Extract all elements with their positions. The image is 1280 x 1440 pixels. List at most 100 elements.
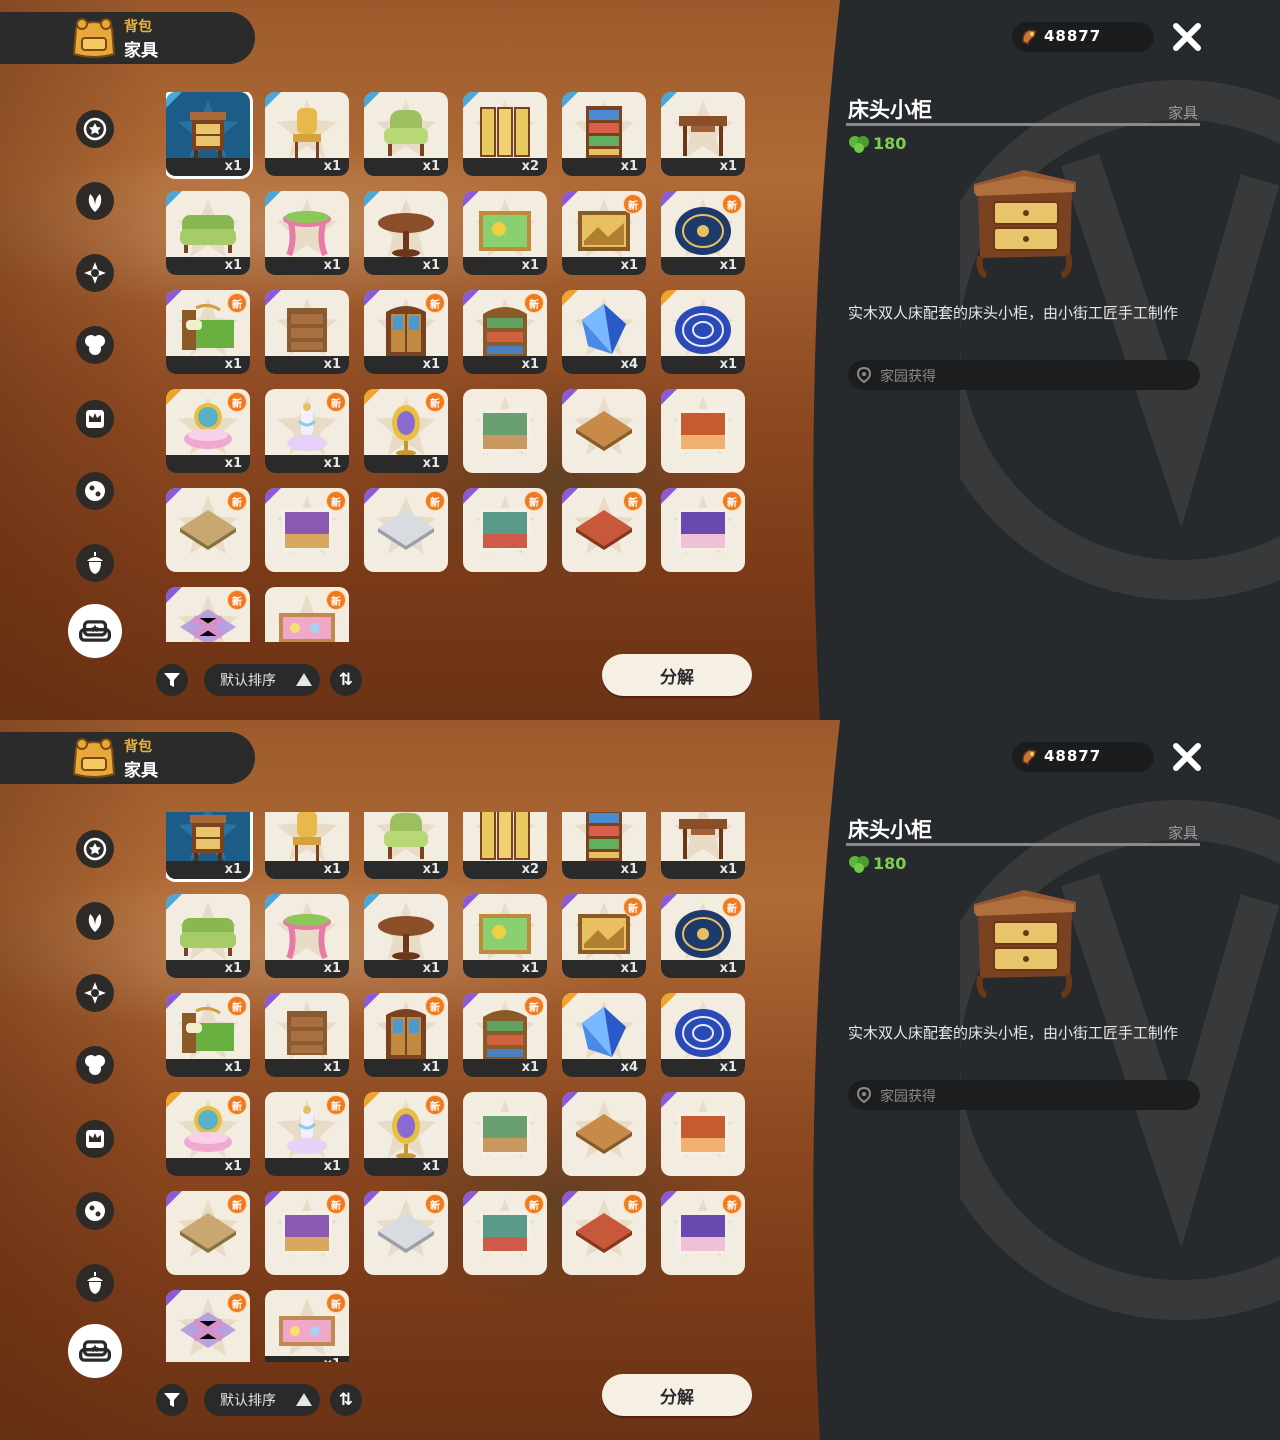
item-grid[interactable]: x1 x1 x1 x2 x1 x1 x1 x1 x1 x1 新 x1 新 x1 新 x1 x1 新 x1 新 x1 x4 x… <box>166 812 748 1362</box>
item-slot-green-armchair[interactable]: x1 <box>364 92 448 176</box>
item-slot-side-table[interactable]: x1 <box>661 812 745 879</box>
item-slot-green-bed[interactable]: 新 x1 <box>166 993 250 1077</box>
category-sparkle-star[interactable] <box>76 254 114 292</box>
item-slot-pink-stool[interactable]: x1 <box>265 191 349 275</box>
rarity-marker <box>364 894 380 910</box>
item-slot-folding-screen[interactable]: x2 <box>463 812 547 879</box>
category-sparkle-star[interactable] <box>76 974 114 1012</box>
item-slot-pink-poster[interactable]: 新x1 <box>265 587 349 642</box>
item-slot-bedside-cabinet[interactable]: x1 <box>166 812 253 882</box>
item-slot-landscape-painting[interactable]: x1 <box>463 894 547 978</box>
category-sofa[interactable] <box>68 604 122 658</box>
sofa-icon <box>78 1340 112 1362</box>
sort-dropdown[interactable]: 默认排序 <box>204 1384 320 1416</box>
category-clover[interactable] <box>76 326 114 364</box>
category-crown-card[interactable] <box>76 1120 114 1158</box>
item-slot-wood-dresser[interactable]: x1 <box>265 993 349 1077</box>
category-acorn[interactable] <box>76 1264 114 1302</box>
item-slot-room-theme-red[interactable] <box>661 1092 745 1176</box>
category-ball[interactable] <box>76 1192 114 1230</box>
wood-dresser-icon <box>287 308 327 352</box>
item-slot-standing-mirror[interactable]: 新 x1 <box>364 1092 448 1176</box>
item-slot-vanity-mirror[interactable]: 新 x1 <box>166 389 250 473</box>
item-slot-yellow-chair[interactable]: x1 <box>265 812 349 879</box>
category-leaf[interactable] <box>76 902 114 940</box>
item-slot-red-floor[interactable]: 新 <box>562 488 646 572</box>
item-slot-round-table[interactable]: x1 <box>364 894 448 978</box>
acorn-icon <box>87 1272 103 1294</box>
category-clover[interactable] <box>76 1046 114 1084</box>
item-slot-green-armchair[interactable]: x1 <box>364 812 448 879</box>
item-slot-standing-mirror[interactable]: 新 x1 <box>364 389 448 473</box>
item-slot-gold-painting[interactable]: 新 x1 <box>562 191 646 275</box>
item-slot-room-theme-purple[interactable]: 新 <box>265 1191 349 1275</box>
item-slot-room-theme-teal[interactable]: 新 <box>463 1191 547 1275</box>
item-slot-bookshelf[interactable]: x1 <box>562 812 646 879</box>
item-slot-blue-round-rug[interactable]: x1 <box>661 993 745 1077</box>
category-leaf[interactable] <box>76 182 114 220</box>
decompose-button[interactable]: 分解 <box>602 1374 752 1416</box>
item-slot-yellow-chair[interactable]: x1 <box>265 92 349 176</box>
item-slot-vanity-mirror[interactable]: 新 x1 <box>166 1092 250 1176</box>
item-slot-white-floor[interactable]: 新 <box>364 1191 448 1275</box>
item-slot-navy-rug[interactable]: 新 x1 <box>661 894 745 978</box>
filter-button[interactable] <box>156 1384 188 1416</box>
item-slot-wood-floor[interactable] <box>562 1092 646 1176</box>
sort-order-button[interactable]: ⇅ <box>330 664 362 696</box>
item-slot-carved-wardrobe[interactable]: 新 x1 <box>364 290 448 374</box>
sort-order-button[interactable]: ⇅ <box>330 1384 362 1416</box>
item-slot-blue-crystal[interactable]: x4 <box>562 290 646 374</box>
item-slot-room-theme-purple[interactable]: 新 <box>265 488 349 572</box>
category-acorn[interactable] <box>76 544 114 582</box>
filter-button[interactable] <box>156 664 188 696</box>
category-crown-card[interactable] <box>76 400 114 438</box>
item-slot-room-theme-teal[interactable]: 新 <box>463 488 547 572</box>
item-slot-round-table[interactable]: x1 <box>364 191 448 275</box>
close-button[interactable] <box>1168 18 1206 56</box>
sort-dropdown[interactable]: 默认排序 <box>204 664 320 696</box>
category-star-circle[interactable] <box>76 110 114 148</box>
item-slot-green-sofa[interactable]: x1 <box>166 894 250 978</box>
item-slot-carved-wardrobe[interactable]: 新 x1 <box>364 993 448 1077</box>
close-button[interactable] <box>1168 738 1206 776</box>
item-slot-room-theme-violet[interactable]: 新 <box>661 488 745 572</box>
item-slot-tan-floor[interactable]: 新 <box>166 488 250 572</box>
item-slot-blue-crystal[interactable]: x4 <box>562 993 646 1077</box>
item-slot-tan-floor[interactable]: 新 <box>166 1191 250 1275</box>
item-slot-pink-stool[interactable]: x1 <box>265 894 349 978</box>
category-ball[interactable] <box>76 472 114 510</box>
item-grid[interactable]: x1 x1 x1 x2 x1 x1 x1 x1 x1 x1 新 x1 新 x1 新 x1 x1 新 x1 新 x1 x4 x… <box>166 92 748 642</box>
new-badge: 新 <box>326 491 346 511</box>
item-slot-fountain-lamp[interactable]: 新 x1 <box>265 389 349 473</box>
item-slot-green-bed[interactable]: 新 x1 <box>166 290 250 374</box>
item-slot-folding-screen[interactable]: x2 <box>463 92 547 176</box>
item-slot-tall-bookcase[interactable]: 新 x1 <box>463 993 547 1077</box>
item-slot-landscape-painting[interactable]: x1 <box>463 191 547 275</box>
item-slot-blue-round-rug[interactable]: x1 <box>661 290 745 374</box>
item-slot-fountain-lamp[interactable]: 新 x1 <box>265 1092 349 1176</box>
item-slot-bedside-cabinet[interactable]: x1 <box>166 92 253 179</box>
item-slot-green-sofa[interactable]: x1 <box>166 191 250 275</box>
item-slot-gold-painting[interactable]: 新 x1 <box>562 894 646 978</box>
item-slot-room-theme-green[interactable] <box>463 1092 547 1176</box>
decompose-button[interactable]: 分解 <box>602 654 752 696</box>
item-slot-bookshelf[interactable]: x1 <box>562 92 646 176</box>
rarity-marker <box>364 1191 380 1207</box>
item-slot-room-theme-green[interactable] <box>463 389 547 473</box>
item-slot-room-theme-red[interactable] <box>661 389 745 473</box>
item-slot-pink-poster[interactable]: 新x1 <box>265 1290 349 1362</box>
item-slot-navy-rug[interactable]: 新 x1 <box>661 191 745 275</box>
category-sofa[interactable] <box>68 1324 122 1378</box>
item-slot-checker-floor[interactable]: 新 <box>166 587 250 642</box>
category-star-circle[interactable] <box>76 830 114 868</box>
item-slot-red-floor[interactable]: 新 <box>562 1191 646 1275</box>
item-slot-tall-bookcase[interactable]: 新 x1 <box>463 290 547 374</box>
item-slot-wood-dresser[interactable]: x1 <box>265 290 349 374</box>
item-slot-side-table[interactable]: x1 <box>661 92 745 176</box>
item-slot-wood-floor[interactable] <box>562 389 646 473</box>
item-slot-checker-floor[interactable]: 新 <box>166 1290 250 1362</box>
item-quantity: x1 <box>265 1059 349 1077</box>
item-slot-room-theme-violet[interactable]: 新 <box>661 1191 745 1275</box>
item-slot-white-floor[interactable]: 新 <box>364 488 448 572</box>
leaf-icon <box>88 194 102 212</box>
